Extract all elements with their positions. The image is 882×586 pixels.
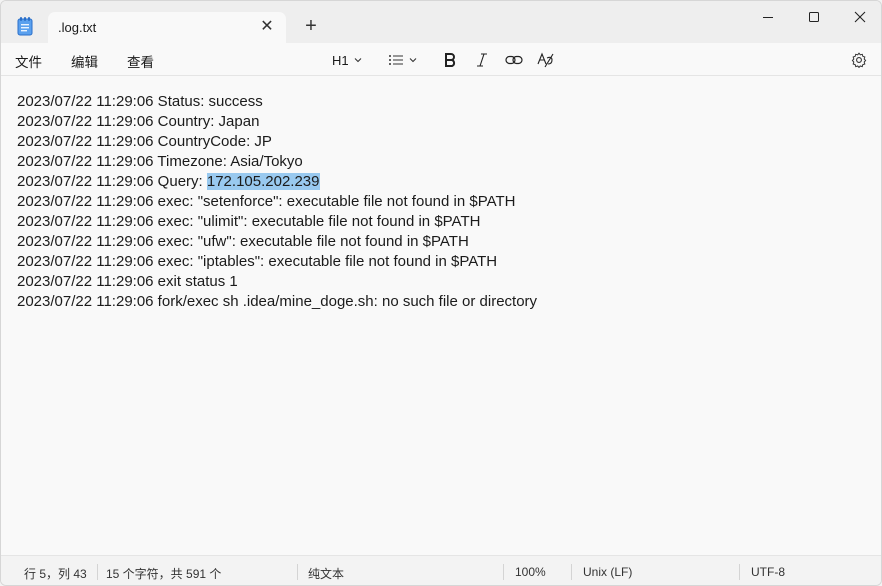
chevron-down-icon <box>354 58 362 63</box>
encoding[interactable]: UTF-8 <box>751 565 785 579</box>
text-format[interactable]: 纯文本 <box>308 565 344 582</box>
line-ending[interactable]: Unix (LF) <box>583 565 632 579</box>
status-divider <box>503 564 504 580</box>
bold-icon <box>445 53 456 67</box>
menu-view[interactable]: 查看 <box>127 51 154 71</box>
list-dropdown[interactable] <box>388 50 418 70</box>
character-count: 15 个字符，共 591 个 <box>106 567 222 581</box>
close-icon <box>854 11 866 23</box>
maximize-icon <box>809 12 819 22</box>
status-divider <box>739 564 740 580</box>
notepad-window: .log.txt ✕ + 文件 编辑 查看 H1 2023/07/22 11:2… <box>0 0 882 586</box>
new-tab-button[interactable]: + <box>300 15 322 37</box>
maximize-button[interactable] <box>791 1 837 33</box>
close-button[interactable] <box>837 1 881 33</box>
log-line: 2023/07/22 11:29:06 exec: "setenforce": … <box>17 193 516 210</box>
cursor-position: 行 5，列 43 <box>24 567 87 581</box>
link-button[interactable] <box>505 50 523 70</box>
heading-dropdown[interactable]: H1 <box>332 50 363 70</box>
log-line: 2023/07/22 11:29:06 CountryCode: JP <box>17 133 272 150</box>
log-line: 2023/07/22 11:29:06 exec: "ufw": executa… <box>17 233 469 250</box>
log-line: 2023/07/22 11:29:06 Status: success <box>17 93 263 110</box>
italic-icon <box>477 53 487 67</box>
clear-format-icon <box>537 52 554 68</box>
text-editor[interactable]: 2023/07/22 11:29:06 Status: success 2023… <box>1 77 881 554</box>
bold-button[interactable] <box>443 50 457 70</box>
menu-file[interactable]: 文件 <box>15 51 42 71</box>
tab-title: .log.txt <box>58 20 97 35</box>
gear-icon <box>851 52 867 68</box>
list-icon <box>389 55 403 65</box>
log-line: 2023/07/22 11:29:06 exit status 1 <box>17 273 238 290</box>
link-icon <box>505 55 523 65</box>
log-line: 2023/07/22 11:29:06 exec: "ulimit": exec… <box>17 213 481 230</box>
notepad-icon <box>16 16 34 36</box>
log-line: 2023/07/22 11:29:06 Timezone: Asia/Tokyo <box>17 153 303 170</box>
minimize-icon <box>763 17 773 18</box>
italic-button[interactable] <box>475 50 489 70</box>
log-line-prefix: 2023/07/22 11:29:06 Query: <box>17 173 207 190</box>
minimize-button[interactable] <box>745 1 791 33</box>
heading-label: H1 <box>332 52 349 68</box>
log-line-query: 2023/07/22 11:29:06 Query: 172.105.202.2… <box>17 172 865 192</box>
status-divider <box>297 564 298 580</box>
tab-log-txt[interactable]: .log.txt ✕ <box>48 12 286 44</box>
chevron-down-icon <box>409 58 417 63</box>
title-bar: .log.txt ✕ + <box>1 1 881 44</box>
log-line: 2023/07/22 11:29:06 Country: Japan <box>17 113 260 130</box>
menu-bar: 文件 编辑 查看 H1 <box>1 43 881 76</box>
settings-button[interactable] <box>851 50 867 70</box>
status-divider <box>571 564 572 580</box>
log-line: 2023/07/22 11:29:06 exec: "iptables": ex… <box>17 253 498 270</box>
status-bar: 行 5，列 43 15 个字符，共 591 个 纯文本 100% Unix (L… <box>1 555 881 585</box>
selected-text[interactable]: 172.105.202.239 <box>206 173 320 190</box>
status-divider <box>97 564 98 580</box>
tab-close-icon[interactable]: ✕ <box>258 18 276 36</box>
menu-edit[interactable]: 编辑 <box>71 51 98 71</box>
clear-format-button[interactable] <box>537 50 555 70</box>
log-line: 2023/07/22 11:29:06 fork/exec sh .idea/m… <box>17 293 538 310</box>
zoom-level[interactable]: 100% <box>515 565 546 579</box>
